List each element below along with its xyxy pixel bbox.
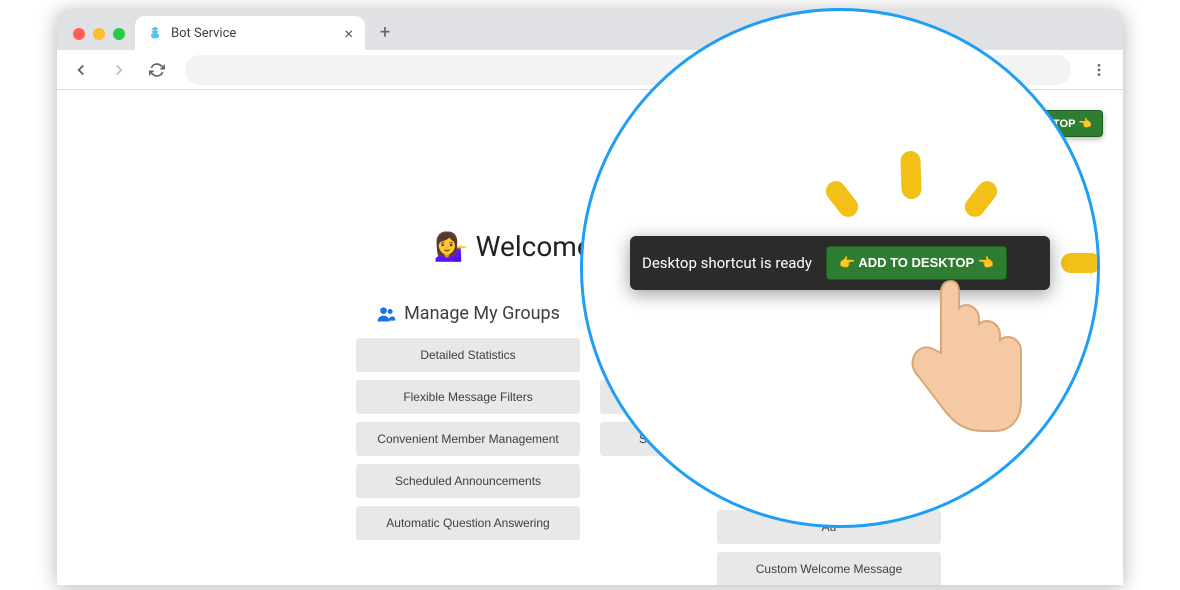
- tab-title: Bot Service: [171, 26, 336, 41]
- groups-column-header: Manage My Groups: [356, 303, 580, 324]
- bot-icon: [147, 25, 163, 41]
- toast-message: Desktop shortcut is ready: [642, 254, 812, 272]
- groups-column: Manage My Groups Detailed Statistics Fle…: [356, 303, 580, 548]
- reload-button[interactable]: [141, 54, 173, 86]
- feature-auto-qa[interactable]: Automatic Question Answering: [356, 506, 580, 540]
- sparkle-icon: [961, 177, 1001, 221]
- feature-scheduled-announcements[interactable]: Scheduled Announcements: [356, 464, 580, 498]
- feature-detailed-statistics[interactable]: Detailed Statistics: [356, 338, 580, 372]
- zoom-callout: Desktop shortcut is ready 👉 ADD TO DESKT…: [580, 8, 1100, 528]
- window-close-button[interactable]: [73, 28, 85, 40]
- window-minimize-button[interactable]: [93, 28, 105, 40]
- window-maximize-button[interactable]: [113, 28, 125, 40]
- browser-menu-button[interactable]: [1083, 54, 1115, 86]
- forward-button[interactable]: [103, 54, 135, 86]
- window-controls: [67, 28, 135, 50]
- people-icon: [376, 304, 396, 324]
- pointing-hand-icon: [883, 271, 1033, 451]
- sparkle-icon: [1061, 253, 1100, 273]
- back-button[interactable]: [65, 54, 97, 86]
- person-emoji-icon: 💁‍♀️: [434, 230, 469, 263]
- browser-tab[interactable]: Bot Service ×: [135, 16, 365, 50]
- feature-member-management[interactable]: Convenient Member Management: [356, 422, 580, 456]
- feature-custom-welcome[interactable]: Custom Welcome Message: [717, 552, 941, 585]
- groups-header-label: Manage My Groups: [404, 303, 560, 324]
- feature-flexible-filters[interactable]: Flexible Message Filters: [356, 380, 580, 414]
- new-tab-button[interactable]: +: [371, 18, 399, 46]
- sparkle-icon: [822, 177, 862, 221]
- tab-close-button[interactable]: ×: [344, 24, 353, 43]
- sparkle-icon: [900, 151, 922, 200]
